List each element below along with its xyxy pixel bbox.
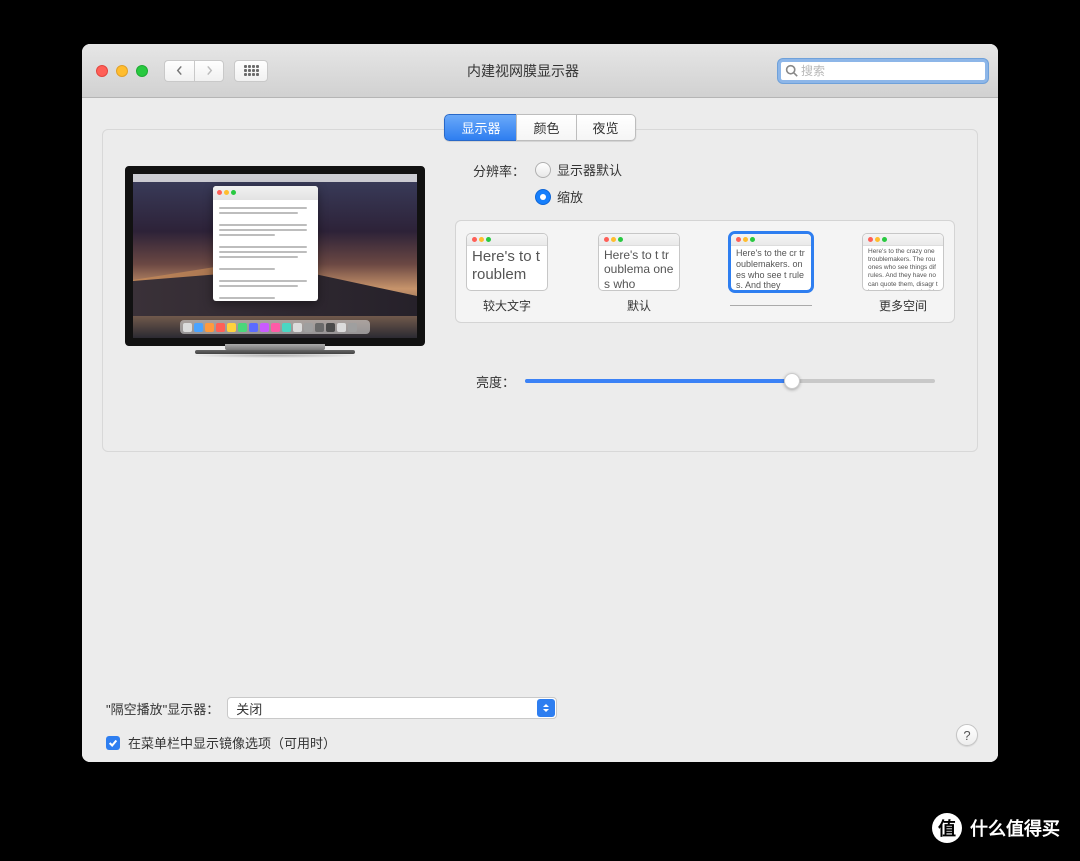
preview-window-icon bbox=[213, 186, 318, 301]
nav-buttons bbox=[164, 60, 224, 82]
tab-color[interactable]: 颜色 bbox=[516, 114, 575, 141]
chevron-right-icon bbox=[205, 66, 214, 75]
preferences-window: 内建视网膜显示器 显示器 颜色 夜览 bbox=[82, 44, 998, 762]
watermark: 值 什么值得买 bbox=[932, 813, 1060, 843]
radio-icon bbox=[535, 189, 551, 205]
search-icon bbox=[785, 64, 798, 77]
scale-medium[interactable]: Here's to the cr troublemakers. ones who… bbox=[730, 233, 812, 314]
radio-default-label: 显示器默认 bbox=[557, 160, 622, 179]
grid-icon bbox=[244, 65, 259, 76]
radio-scaled-label: 缩放 bbox=[557, 187, 583, 206]
search-input[interactable] bbox=[801, 64, 981, 78]
check-icon bbox=[108, 738, 118, 748]
airplay-value: 关闭 bbox=[236, 699, 262, 718]
tab-display[interactable]: 显示器 bbox=[444, 114, 516, 141]
window-title: 内建视网膜显示器 bbox=[278, 61, 768, 81]
toolbar: 内建视网膜显示器 bbox=[82, 44, 998, 98]
zoom-button[interactable] bbox=[136, 65, 148, 77]
bottom-section: "隔空播放"显示器： 关闭 在菜单栏中显示镜像选项（可用时） bbox=[102, 697, 978, 752]
brightness-slider[interactable] bbox=[525, 371, 935, 391]
dock-icon bbox=[180, 320, 370, 334]
scaled-options: Here's to troublem 较大文字 Here's to t trou… bbox=[455, 220, 955, 323]
window-controls bbox=[92, 65, 148, 77]
help-button[interactable]: ? bbox=[956, 724, 978, 746]
scale-default[interactable]: Here's to t troublema ones who 默认 bbox=[598, 233, 680, 314]
forward-button[interactable] bbox=[194, 60, 224, 82]
watermark-badge: 值 bbox=[932, 813, 962, 843]
slider-knob[interactable] bbox=[784, 373, 800, 389]
show-all-button[interactable] bbox=[234, 60, 268, 82]
watermark-text: 什么值得买 bbox=[970, 815, 1060, 841]
airplay-select[interactable]: 关闭 bbox=[227, 697, 557, 719]
display-preview bbox=[125, 166, 425, 366]
mirror-checkbox[interactable] bbox=[106, 736, 120, 750]
airplay-label: "隔空播放"显示器： bbox=[106, 699, 219, 718]
minimize-button[interactable] bbox=[116, 65, 128, 77]
radio-default[interactable]: 显示器默认 bbox=[535, 160, 622, 179]
mirror-checkbox-label: 在菜单栏中显示镜像选项（可用时） bbox=[128, 733, 336, 752]
window-body: 显示器 颜色 夜览 bbox=[82, 98, 998, 762]
scale-larger-text[interactable]: Here's to troublem 较大文字 bbox=[466, 233, 548, 314]
display-panel: 分辨率： 显示器默认 缩放 bbox=[102, 129, 978, 452]
chevron-left-icon bbox=[175, 66, 184, 75]
scale-more-space[interactable]: Here's to the crazy one troublemakers. T… bbox=[862, 233, 944, 314]
brightness-label: 亮度： bbox=[455, 372, 515, 391]
radio-icon bbox=[535, 162, 551, 178]
search-field[interactable] bbox=[778, 59, 988, 83]
resolution-label: 分辨率： bbox=[455, 160, 525, 206]
tabs: 显示器 颜色 夜览 bbox=[444, 114, 635, 141]
brightness-row: 亮度： bbox=[455, 371, 955, 391]
resolution-section: 分辨率： 显示器默认 缩放 bbox=[455, 160, 955, 391]
select-arrows-icon bbox=[537, 699, 555, 717]
tab-nightshift[interactable]: 夜览 bbox=[576, 114, 636, 141]
back-button[interactable] bbox=[164, 60, 194, 82]
radio-scaled[interactable]: 缩放 bbox=[535, 187, 622, 206]
close-button[interactable] bbox=[96, 65, 108, 77]
